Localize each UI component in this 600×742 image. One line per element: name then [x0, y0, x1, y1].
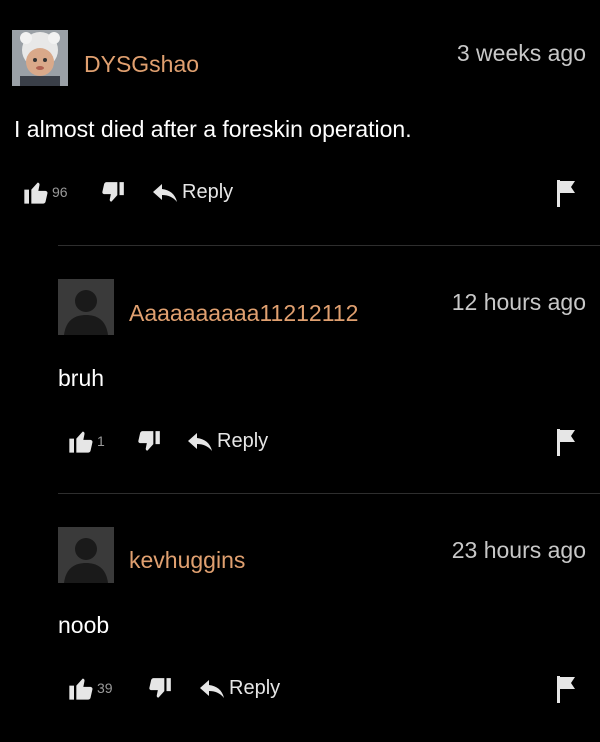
thumbs-up-icon	[69, 678, 93, 700]
like-button[interactable]: 96	[22, 178, 68, 206]
comment-timestamp: 23 hours ago	[451, 537, 586, 563]
reply-button[interactable]: Reply	[199, 677, 280, 700]
flag-button[interactable]	[556, 674, 578, 709]
reply-label: Reply	[182, 181, 234, 203]
comment-text: noob	[58, 612, 110, 638]
user-photo-icon	[12, 30, 68, 86]
reply-arrow-icon	[200, 679, 224, 698]
like-button[interactable]: 1	[67, 427, 105, 455]
like-count: 39	[97, 680, 113, 696]
dislike-button[interactable]	[147, 676, 173, 702]
thumbs-up-icon	[24, 182, 48, 204]
reply-label: Reply	[217, 430, 269, 452]
default-avatar-icon	[58, 527, 114, 583]
comment-actions: 96 Reply	[0, 178, 600, 208]
comment-username[interactable]: kevhuggins	[129, 547, 245, 574]
like-count: 96	[52, 184, 68, 200]
like-button[interactable]: 39	[67, 674, 113, 702]
dislike-button[interactable]	[100, 180, 126, 206]
reply-arrow-icon	[188, 432, 212, 451]
comment-username[interactable]: DYSGshao	[84, 51, 199, 78]
thumbs-up-icon	[69, 431, 93, 453]
like-count: 1	[97, 433, 105, 449]
comment-timestamp: 12 hours ago	[451, 289, 586, 315]
comment-text: bruh	[58, 365, 105, 391]
reply-button[interactable]: Reply	[187, 430, 268, 453]
flag-icon	[557, 676, 575, 703]
flag-button[interactable]	[556, 427, 578, 462]
comment-text: I almost died after a foreskin operation…	[14, 116, 412, 142]
thumbs-down-icon	[102, 182, 124, 202]
comment-timestamp: 3 weeks ago	[456, 40, 586, 66]
reply-arrow-icon	[153, 183, 177, 202]
reply-comment: kevhuggins 23 hours ago noob 39 Reply	[0, 494, 600, 742]
comment-username[interactable]: Aaaaaaaaaa11212112	[129, 300, 358, 327]
avatar[interactable]	[12, 30, 68, 86]
default-avatar-icon	[58, 279, 114, 335]
flag-icon	[557, 429, 575, 456]
avatar[interactable]	[58, 527, 114, 583]
comment-actions: 1 Reply	[0, 427, 600, 457]
flag-icon	[557, 180, 575, 207]
reply-button[interactable]: Reply	[152, 181, 233, 204]
thumbs-down-icon	[149, 678, 171, 698]
comment: DYSGshao 3 weeks ago I almost died after…	[0, 0, 600, 245]
thumbs-down-icon	[138, 431, 160, 451]
dislike-button[interactable]	[136, 429, 162, 455]
reply-label: Reply	[229, 677, 281, 699]
flag-button[interactable]	[556, 178, 578, 213]
avatar[interactable]	[58, 279, 114, 335]
comment-actions: 39 Reply	[0, 674, 600, 704]
reply-comment: Aaaaaaaaaa11212112 12 hours ago bruh 1 R…	[0, 246, 600, 493]
